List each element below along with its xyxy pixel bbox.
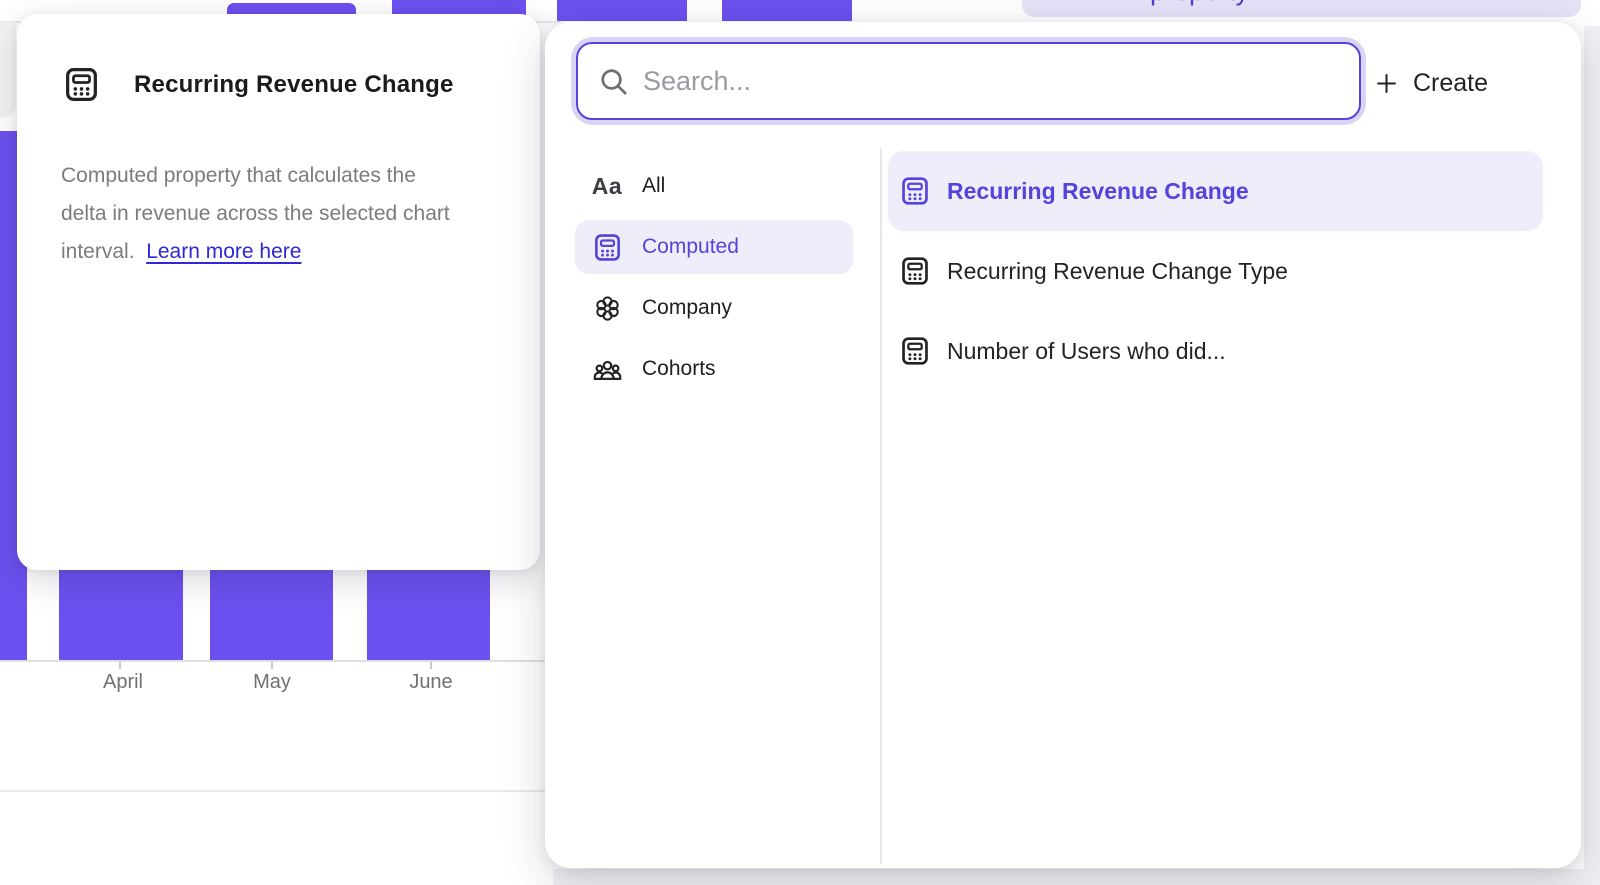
tooltip-description-line: interval. Learn more here [61,233,496,271]
filter-item-cohorts[interactable]: Cohorts [575,342,853,396]
filter-label: Cohorts [642,357,716,381]
chart-bar [722,0,852,21]
calculator-icon [898,334,932,368]
search-box[interactable] [576,42,1361,120]
search-icon [598,66,629,97]
chart-bar-june [367,556,490,660]
learn-more-link[interactable]: Learn more here [146,240,301,263]
plus-icon [1373,70,1400,97]
clipped-banner-text: property [1150,0,1249,7]
chart-bar [557,0,687,21]
chart-bar-may [210,556,333,660]
filter-item-computed[interactable]: Computed [575,220,853,274]
axis-tick [271,662,273,669]
tooltip-description: Computed property that calculates the de… [17,105,540,271]
filter-label: Company [642,296,732,320]
cohorts-people-icon [589,351,625,387]
company-cluster-icon [589,290,625,326]
chart-bar-april [59,556,183,660]
property-tooltip-card: Recurring Revenue Change Computed proper… [17,14,540,570]
filter-list: Aa All Computed Company Cohort [575,159,853,396]
tooltip-description-line: Computed property that calculates the [61,157,496,195]
x-axis-label-june: June [371,671,491,694]
calculator-icon [898,254,932,288]
tooltip-title: Recurring Revenue Change [134,71,454,99]
filter-item-company[interactable]: Company [575,281,853,335]
property-search-popover: Create Aa All Computed Company [545,22,1581,868]
result-label: Recurring Revenue Change [947,178,1249,205]
result-item-recurring-revenue-change-type[interactable]: Recurring Revenue Change Type [888,231,1543,311]
result-item-recurring-revenue-change[interactable]: Recurring Revenue Change [888,151,1543,231]
calculator-icon [589,229,625,265]
result-label: Recurring Revenue Change Type [947,258,1288,285]
background-divider-line [0,790,553,792]
text-aa-icon: Aa [589,168,625,204]
tooltip-description-line: delta in revenue across the selected cha… [61,195,496,233]
search-input[interactable] [643,66,1339,97]
column-divider [880,148,882,864]
axis-tick [119,662,121,669]
filter-item-all[interactable]: Aa All [575,159,853,213]
create-button[interactable]: Create [1373,58,1488,108]
page-background-strip [1584,26,1600,885]
filter-label: All [642,174,665,198]
calculator-icon [61,64,102,105]
calculator-icon [898,174,932,208]
x-axis-label-april: April [63,671,183,694]
create-button-label: Create [1413,69,1488,98]
filter-label: Computed [642,235,739,259]
axis-tick [430,662,432,669]
background-panel-corner [0,22,16,118]
clipped-property-banner: property [1022,0,1581,17]
result-item-number-of-users[interactable]: Number of Users who did... [888,311,1543,391]
search-focus-ring [571,37,1366,125]
x-axis-label-may: May [212,671,332,694]
page-background-strip [553,869,1600,885]
result-list: Recurring Revenue Change Recurring Reven… [888,151,1543,391]
result-label: Number of Users who did... [947,338,1226,365]
